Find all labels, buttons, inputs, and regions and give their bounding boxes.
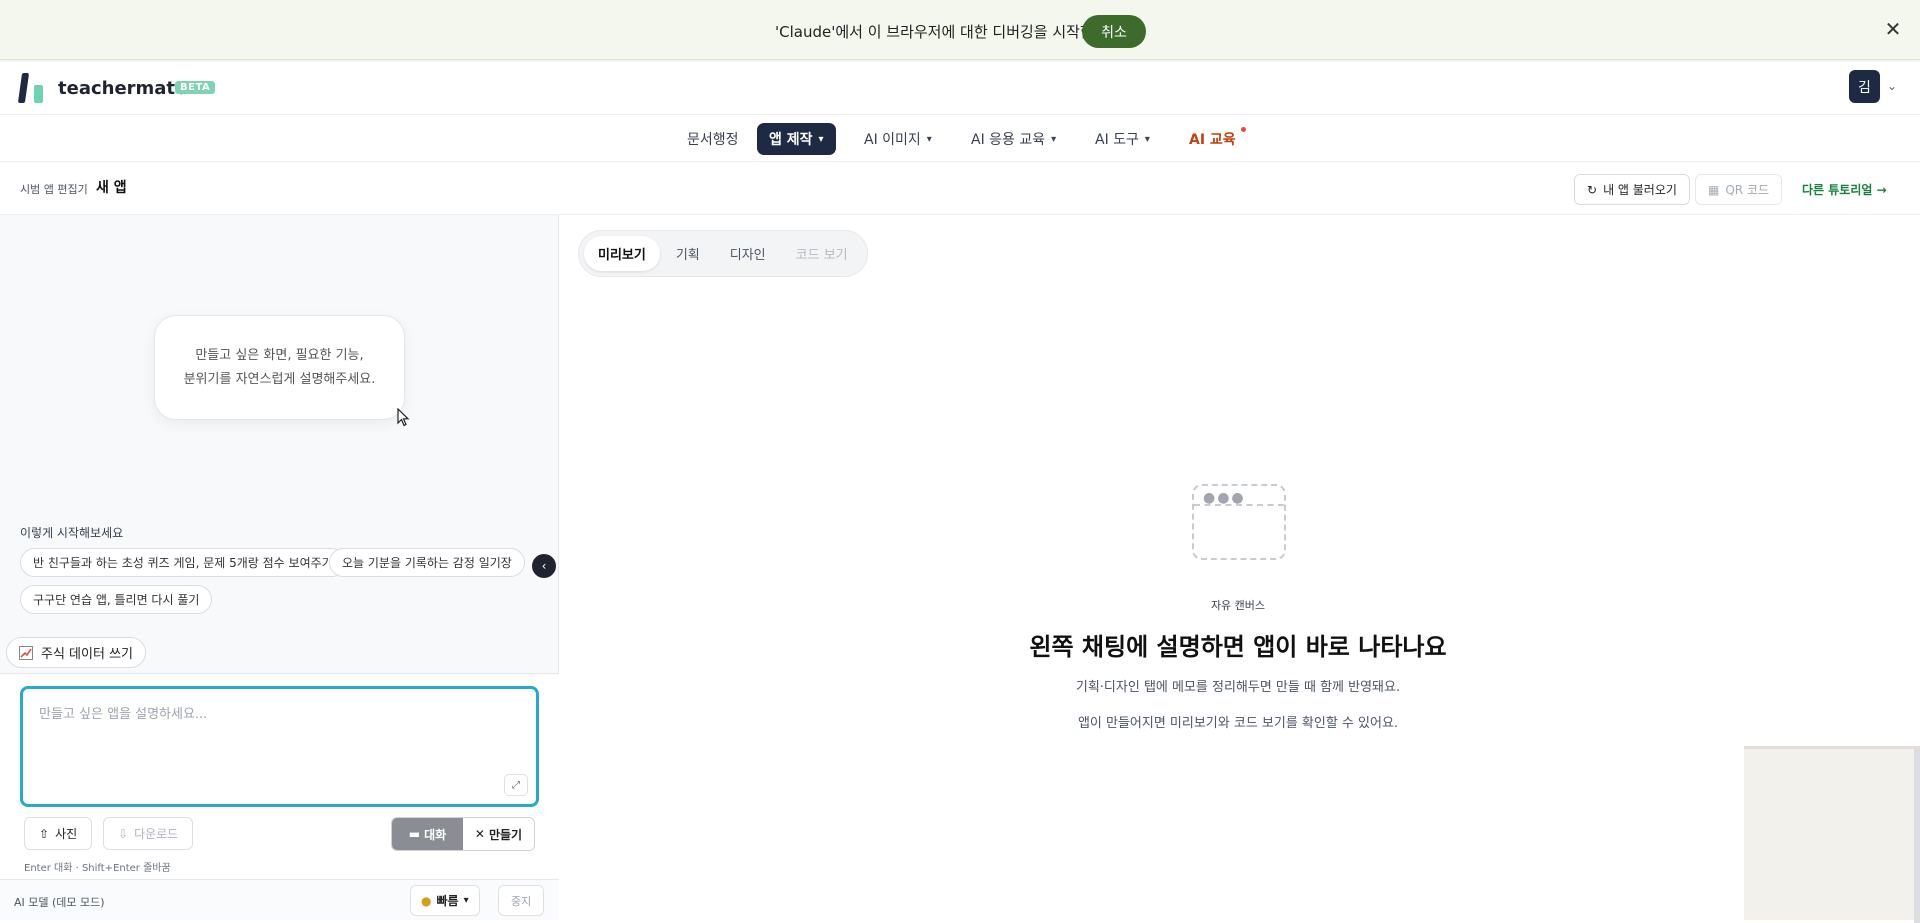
close-icon[interactable]: ✕: [1882, 17, 1904, 41]
stock-data-label: 주식 데이터 쓰기: [41, 647, 133, 662]
main-nav: 문서행정 앱 제작 ▾ AI 이미지 ▾ AI 응용 교육 ▾ AI 도구 ▾ …: [0, 115, 1920, 162]
suggestion-chip[interactable]: 반 친구들과 하는 초성 퀴즈 게임, 문제 5개랑 점수 보여주기: [20, 548, 346, 577]
nav-item-app-create[interactable]: 앱 제작 ▾: [757, 123, 836, 155]
cursor-icon: [397, 408, 410, 427]
download-button[interactable]: ⇩ 다운로드: [103, 817, 194, 850]
speed-select[interactable]: ● 빠름 ▾: [410, 885, 480, 916]
brand-name[interactable]: teachermate: [58, 78, 187, 99]
photo-label: 사진: [55, 827, 78, 841]
app-header: teachermate BETA 김 ⌄: [0, 62, 1920, 115]
tab-design[interactable]: 디자인: [716, 236, 780, 271]
beta-badge: BETA: [175, 81, 216, 94]
other-tutorial-link[interactable]: 다른 튜토리얼 →: [1802, 181, 1887, 198]
suggestions-label: 이렇게 시작해보세요: [20, 526, 124, 540]
shortcut-hint: Enter 대화 · Shift+Enter 줄바꿈: [24, 863, 171, 874]
chat-panel: 만들고 싶은 화면, 필요한 기능, 분위기를 자연스럽게 설명해주세요. 이렇…: [0, 215, 559, 920]
nav-item-label: 문서행정: [687, 132, 739, 148]
canvas-description: 앱이 만들어지면 미리보기와 코드 보기를 확인할 수 있어요.: [1077, 716, 1399, 731]
suggestion-chip[interactable]: 구구단 연습 앱, 틀리면 다시 풀기: [20, 585, 213, 614]
mode-chat-label: 대화: [424, 827, 447, 842]
mode-toggle: ▬ 대화 ✕ 만들기: [391, 817, 535, 851]
load-my-app-label: 내 앱 불러오기: [1603, 183, 1677, 197]
nav-item-label: AI 교육: [1189, 132, 1236, 148]
stop-button[interactable]: 중지: [498, 885, 545, 916]
chevron-down-icon: ▾: [818, 133, 824, 145]
chart-icon: [19, 645, 33, 660]
tab-preview[interactable]: 미리보기: [584, 236, 660, 271]
debug-banner: 'Claude'에서 이 브라우저에 대한 디버깅을 시작함 취소 ✕: [0, 0, 1920, 60]
nav-item-label: 앱 제작: [769, 132, 813, 148]
download-label: 다운로드: [134, 827, 179, 841]
avatar[interactable]: 김: [1849, 70, 1880, 103]
editor-subheader: 시범 앱 편집기 새 앱 ↻ 내 앱 불러오기 ▦ QR 코드 다른 튜토리얼 …: [0, 162, 1920, 215]
prompt-input[interactable]: [23, 689, 536, 804]
prompt-box: ⤢: [20, 686, 539, 807]
canvas-placeholder-icon: ●●●: [1192, 484, 1286, 560]
photo-upload-button[interactable]: ⇧ 사진: [24, 817, 93, 850]
editor-label: 시범 앱 편집기: [20, 183, 88, 196]
stock-data-button[interactable]: 주식 데이터 쓰기: [6, 637, 146, 668]
logo-icon[interactable]: [17, 73, 45, 103]
tools-icon: ✕: [474, 827, 485, 841]
book-icon: ▬: [408, 827, 421, 841]
canvas-title: 왼쪽 채팅에 설명하면 앱이 바로 나타나요: [1029, 633, 1447, 661]
page-title: 새 앱: [96, 180, 127, 196]
mode-make-button[interactable]: ✕ 만들기: [463, 818, 534, 850]
lock-icon: ●: [421, 893, 432, 908]
nav-item-ai-tools[interactable]: AI 도구 ▾: [1083, 123, 1162, 155]
speed-label: 빠름: [436, 894, 459, 908]
refresh-icon: ↻: [1587, 182, 1598, 197]
mode-chat-button[interactable]: ▬ 대화: [392, 818, 463, 850]
canvas-description: 기획·디자인 탭에 메모를 정리해두면 만들 때 함께 반영돼요.: [1075, 680, 1401, 695]
qr-code-label: QR 코드: [1725, 183, 1770, 197]
nav-item-ai-applied-education[interactable]: AI 응용 교육 ▾: [959, 123, 1068, 155]
load-my-app-button[interactable]: ↻ 내 앱 불러오기: [1574, 174, 1690, 205]
model-footer: AI 모델 (데모 모드) ● 빠름 ▾ 중지: [0, 879, 559, 920]
mode-make-label: 만들기: [488, 827, 523, 842]
hint-bubble: 만들고 싶은 화면, 필요한 기능, 분위기를 자연스럽게 설명해주세요.: [154, 315, 405, 420]
tab-planning[interactable]: 기획: [662, 236, 714, 271]
notification-dot: [1240, 127, 1246, 132]
nav-item-document-admin[interactable]: 문서행정: [675, 123, 751, 155]
qr-icon: ▦: [1708, 182, 1720, 197]
debug-message: 'Claude'에서 이 브라우저에 대한 디버깅을 시작함: [775, 23, 1094, 41]
nav-item-ai-image[interactable]: AI 이미지 ▾: [852, 123, 944, 155]
nav-item-label: AI 응용 교육: [971, 132, 1046, 148]
nav-item-label: AI 이미지: [864, 132, 921, 148]
model-label: AI 모델 (데모 모드): [14, 896, 105, 909]
qr-code-button[interactable]: ▦ QR 코드: [1695, 174, 1783, 205]
nav-item-ai-education[interactable]: AI 교육: [1177, 123, 1248, 155]
hint-line-1: 만들고 싶은 화면, 필요한 기능,: [195, 347, 364, 363]
suggestion-chip[interactable]: 오늘 기분을 기록하는 감정 일기장: [329, 548, 525, 577]
hint-line-2: 분위기를 자연스럽게 설명해주세요.: [183, 371, 376, 387]
chevron-down-icon: ▾: [1144, 133, 1150, 145]
chevron-down-icon: ▾: [926, 133, 932, 145]
upload-icon: ⇧: [39, 826, 50, 841]
preview-tabs: 미리보기 기획 디자인 코드 보기: [578, 230, 868, 277]
canvas-label: 자유 캔버스: [1210, 599, 1266, 612]
expand-icon[interactable]: ⤢: [504, 774, 528, 796]
chevron-left-icon[interactable]: ‹: [532, 554, 556, 578]
tab-code-view[interactable]: 코드 보기: [782, 236, 862, 271]
chevron-down-icon: ▾: [1051, 133, 1057, 145]
nav-item-label: AI 도구: [1095, 132, 1139, 148]
chevron-down-icon[interactable]: ⌄: [1887, 79, 1897, 93]
overlay-thumbnail: [1744, 746, 1920, 923]
download-icon: ⇩: [118, 826, 129, 841]
debug-cancel-button[interactable]: 취소: [1082, 15, 1146, 48]
chevron-down-icon: ▾: [463, 895, 469, 906]
